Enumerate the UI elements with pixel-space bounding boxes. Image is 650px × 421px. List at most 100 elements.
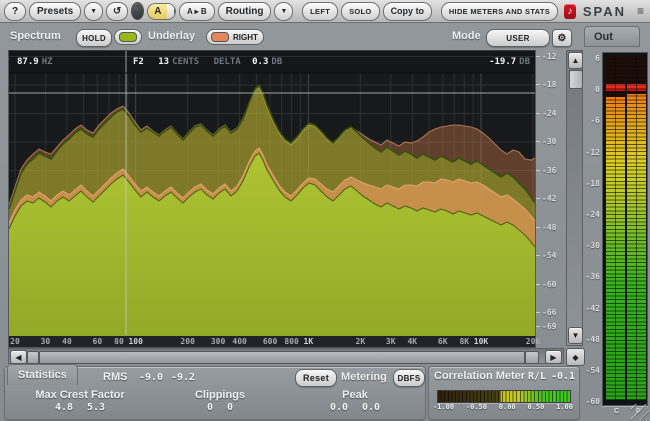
db-tick-label: -24 [542, 109, 556, 118]
scroll-up-icon[interactable]: ▲ [568, 52, 583, 69]
freq-tick-label: 60 [93, 337, 103, 346]
db-tick [536, 326, 540, 327]
readout-note: F2 [133, 57, 144, 67]
meter-scale-label: -48 [586, 335, 600, 344]
readout-cents: 13 [158, 57, 169, 67]
freq-tick-label: 20 [10, 337, 20, 346]
freq-tick-label: 4K [407, 337, 417, 346]
mode-value-button[interactable]: USER [486, 29, 550, 47]
horizontal-scrollbar-thumb[interactable] [39, 351, 525, 364]
meter-scale-label: -6 [590, 116, 600, 125]
readout-frequency: 87.9 [17, 57, 39, 67]
scroll-down-icon[interactable]: ▼ [568, 327, 583, 344]
db-tick [536, 56, 540, 57]
db-tick-label: -69 [542, 322, 556, 331]
freq-tick-label: 8K [459, 337, 469, 346]
correlation-scale: -1.00-0.500.000.501.00 [433, 403, 573, 411]
menu-icon[interactable]: ≡ [637, 4, 644, 18]
copy-to-button[interactable]: Copy to [383, 2, 433, 21]
routing-button[interactable]: Routing [218, 2, 272, 21]
plugin-name: SPAN [583, 4, 626, 19]
readout-cents-unit: CENTS [172, 57, 199, 67]
scroll-reset-diamond-icon[interactable]: ◆ [566, 348, 585, 366]
correlation-groupbox: Correlation Meter R/L -0.1 -1.00-0.500.0… [428, 366, 580, 420]
hide-meters-button[interactable]: HIDE METERS AND STATS [441, 2, 558, 21]
meter-scale-label: -12 [586, 148, 600, 157]
solo-button[interactable]: SOLO [341, 2, 379, 21]
db-tick [536, 170, 540, 171]
output-meter-bar-right [627, 56, 646, 400]
freq-tick-label: 1K [304, 337, 314, 346]
meter-scale-label: -54 [586, 366, 600, 375]
a-to-b-button[interactable]: A ▸ B [179, 2, 215, 21]
mode-label: Mode [452, 30, 481, 42]
db-tick-label: -54 [542, 251, 556, 260]
freq-tick-label: 2K [356, 337, 366, 346]
crest-factor-stat: Max Crest Factor 4.85.3 [15, 389, 145, 413]
freq-tick-label: 40 [62, 337, 72, 346]
out-tab[interactable]: Out [584, 26, 640, 47]
top-toolbar: ? Presets ▼ ↺ A B A ▸ B Routing ▼ LEFT S… [0, 0, 650, 23]
left-channel-color-swatch[interactable] [114, 29, 142, 45]
undo-icon[interactable]: ↺ [106, 2, 128, 21]
statistics-tab: Statistics [7, 364, 78, 385]
scroll-right-icon[interactable]: ▶ [545, 350, 562, 364]
freq-tick-label: 10K [474, 337, 488, 346]
meter-scale-label: -42 [586, 304, 600, 313]
presets-dropdown-icon[interactable]: ▼ [84, 2, 103, 21]
gear-icon[interactable]: ⚙ [552, 29, 572, 47]
underlay-right-selector[interactable]: RIGHT [206, 29, 264, 45]
meter-scale-label: -30 [586, 241, 600, 250]
db-tick-label: -42 [542, 194, 556, 203]
db-tick-label: -60 [542, 280, 556, 289]
readout-level: -19.7 [489, 57, 516, 67]
freq-tick-label: 100 [128, 337, 142, 346]
correlation-meter-bar [437, 390, 571, 403]
crest-left-value: 4.8 [55, 402, 73, 413]
ab-b[interactable]: B [167, 4, 176, 19]
statistics-groupbox: Statistics RMS -9.0 -9.2 Reset Metering … [4, 366, 426, 420]
clippings-stat: Clippings 00 [165, 389, 275, 413]
vertical-scrollbar-thumb[interactable] [569, 70, 583, 89]
scroll-left-icon[interactable]: ◀ [10, 350, 27, 364]
correlation-tick-label: 0.50 [527, 403, 544, 411]
clippings-label: Clippings [165, 389, 275, 401]
correlation-channel-pair[interactable]: R/L [528, 371, 546, 382]
vertical-scrollbar[interactable]: ▲ ▼ [566, 50, 583, 346]
horizontal-scrollbar[interactable]: ◀ ▶ [8, 348, 564, 364]
freq-tick-label: 6K [438, 337, 448, 346]
freq-tick-label: 800 [284, 337, 298, 346]
correlation-value: -0.1 [551, 371, 575, 382]
metering-mode-button[interactable]: DBFS [393, 369, 425, 387]
cursor-readout: 87.9HZ F2 13CENTS DELTA 0.3DB -19.7DB [9, 51, 535, 73]
reset-button[interactable]: Reset [295, 369, 337, 387]
spectrum-plot[interactable]: 87.9HZ F2 13CENTS DELTA 0.3DB -19.7DB 20… [8, 50, 536, 348]
readout-delta: 0.3 [252, 57, 268, 67]
meter-scale-label: -24 [586, 210, 600, 219]
hold-button[interactable]: HOLD [76, 29, 112, 47]
meter-scale-label: -36 [586, 272, 600, 281]
ab-a[interactable]: A [148, 4, 167, 19]
output-meter-panel[interactable]: 60-6-12-18-24-30-36-42-48-54-60 [602, 52, 648, 406]
db-tick [536, 284, 540, 285]
correlation-title: Correlation Meter [434, 370, 525, 382]
resize-grip[interactable] [631, 404, 649, 420]
horizontal-scrollbar-grip-end[interactable] [525, 351, 539, 364]
crest-factor-label: Max Crest Factor [15, 389, 145, 401]
help-button[interactable]: ? [4, 2, 26, 21]
horizontal-scrollbar-grip[interactable] [27, 351, 39, 364]
voxengo-logo-icon: ♪ [564, 4, 576, 19]
rms-right-value: -9.2 [171, 372, 195, 383]
bypass-toggle[interactable] [131, 2, 144, 20]
routing-dropdown-icon[interactable]: ▼ [274, 2, 293, 21]
correlation-tick-label: 1.00 [556, 403, 573, 411]
freq-tick-label: 3K [386, 337, 396, 346]
readout-frequency-unit: HZ [42, 57, 53, 67]
meter-scale-label: -60 [586, 397, 600, 406]
ab-compare-switch[interactable]: A B [147, 3, 176, 20]
presets-button[interactable]: Presets [29, 2, 81, 21]
left-channel-button[interactable]: LEFT [302, 2, 338, 21]
spectrum-section-label: Spectrum [10, 30, 61, 42]
peak-left-value: 0.0 [330, 402, 348, 413]
db-axis: -12-18-24-30-36-42-48-54-60-66-69 [536, 50, 562, 346]
